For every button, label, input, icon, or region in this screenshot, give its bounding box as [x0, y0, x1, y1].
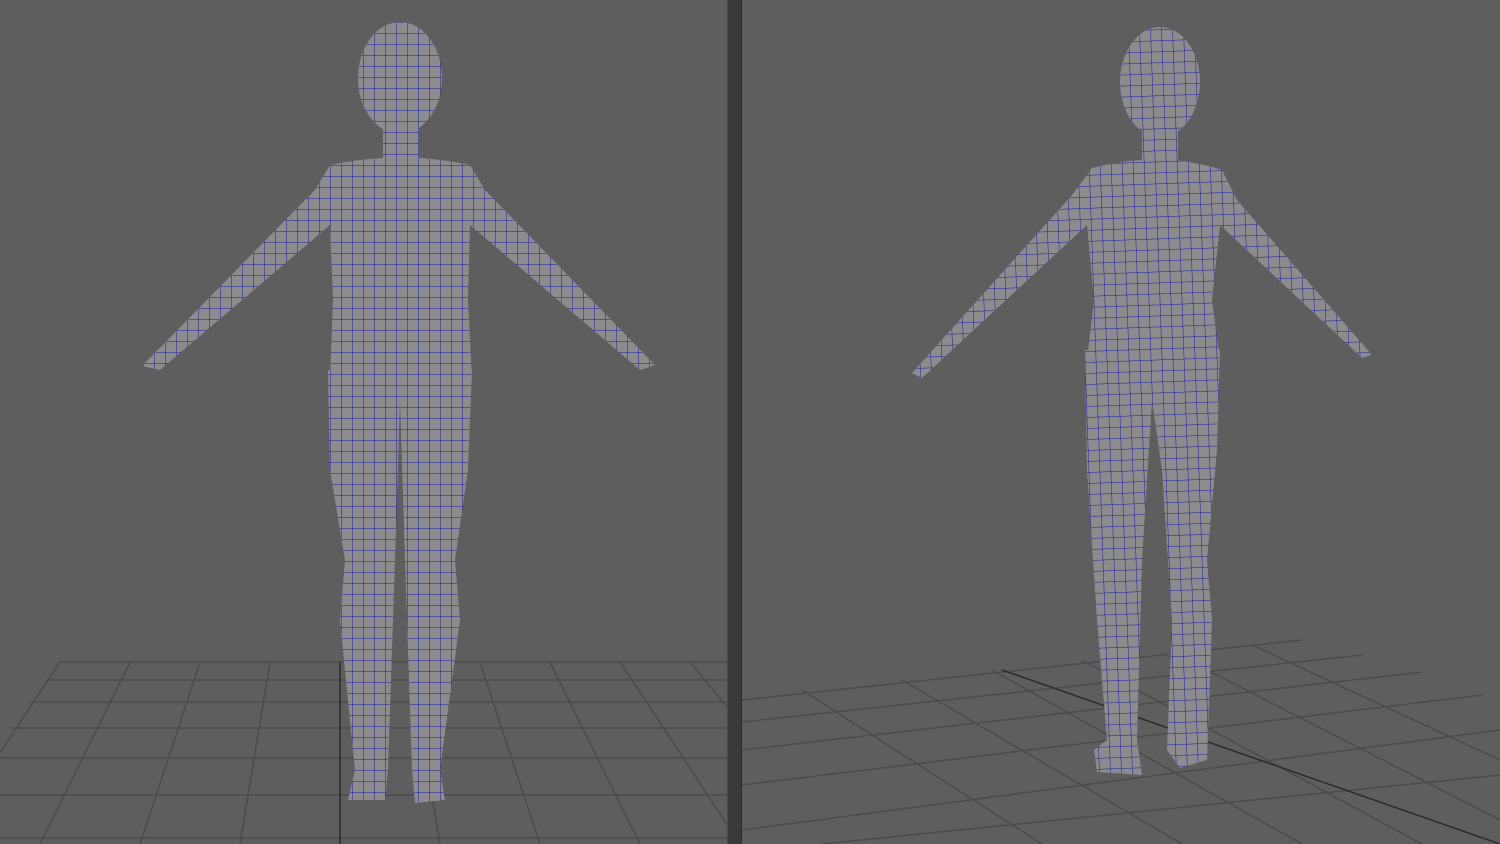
- viewport-back[interactable]: [742, 0, 1500, 844]
- back-view-scene: [742, 27, 1500, 844]
- front-view-scene: [0, 22, 727, 844]
- viewport-front[interactable]: [0, 0, 727, 844]
- character-front-mesh: [142, 22, 655, 803]
- viewport-divider[interactable]: [727, 0, 742, 844]
